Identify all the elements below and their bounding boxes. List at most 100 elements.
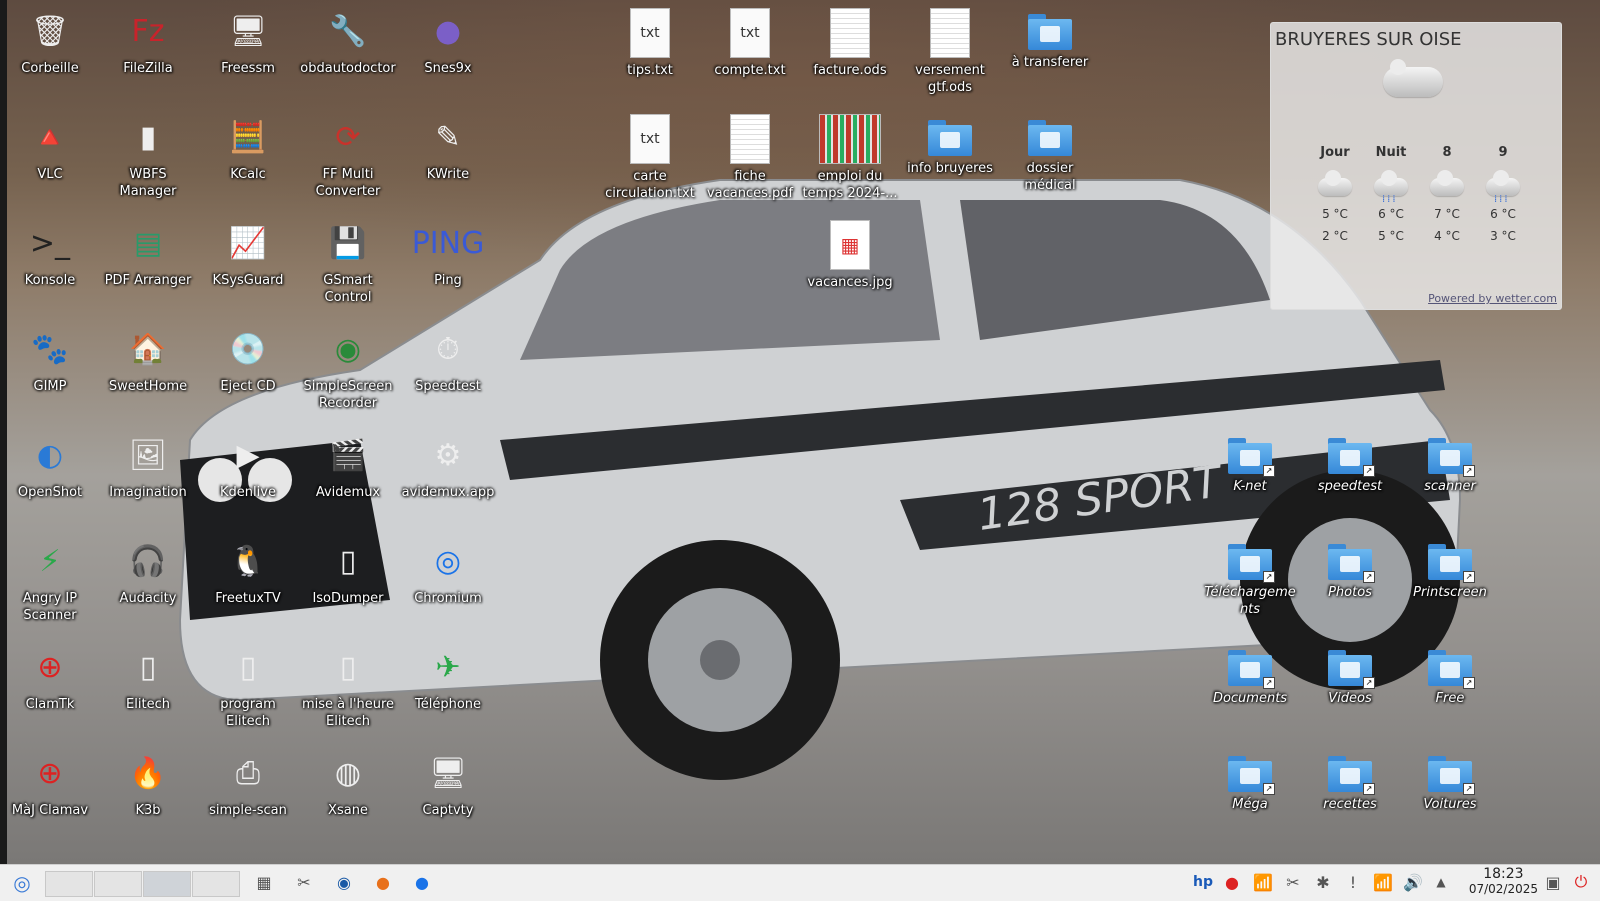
ffmulti-icon: ⟳ [335,120,361,155]
desktop-icon-label: tips.txt [627,63,673,78]
desktop-icon-mega[interactable]: ↗ Méga [1202,750,1298,813]
desktop-icon-pdfarranger[interactable]: ▤ PDF Arranger [100,220,196,289]
desktop-icon-vacancesjpg[interactable]: ▦ vacances.jpg [802,220,898,291]
desktop-icon-corbeille[interactable]: 🗑 Corbeille [2,8,98,77]
power-icon[interactable]: ⏻ [1570,871,1592,893]
desktop-icon-openshot[interactable]: ◐ OpenShot [2,432,98,501]
desktop-icon-audacity[interactable]: 🎧 Audacity [100,538,196,607]
desktop-icon-simplescan[interactable]: ⎙ simple-scan [200,750,296,819]
desktop-icon-freetuxtv[interactable]: 🐧 FreetuxTV [200,538,296,607]
thunderbird-icon[interactable]: ● [411,871,433,893]
forecast-column: Nuit 6 °C 5 °C [1363,145,1419,251]
desktop-icon-ksysguard[interactable]: 📈 KSysGuard [200,220,296,289]
desktop-icon-speedtest-app[interactable]: ⏱ Speedtest [400,326,496,395]
system-settings-icon[interactable]: ◉ [333,871,355,893]
clock[interactable]: 18:23 07/02/2025 [1469,867,1538,897]
firefox-icon[interactable]: ● [372,871,394,893]
desktop-icon-ping[interactable]: PING Ping [400,220,496,289]
desktop-icon-wbfs[interactable]: ▮ WBFS Manager [100,114,196,200]
desktop-icon-tips[interactable]: txt tips.txt [602,8,698,79]
desktop-icon-sweethome[interactable]: 🏠 SweetHome [100,326,196,395]
desktop-icon-label: SweetHome [108,379,188,394]
desktop-icon-label: KSysGuard [212,273,284,288]
cloud-rain-icon [1475,167,1531,207]
cut-icon[interactable]: ✂ [1282,871,1304,893]
telephone-icon: ✈ [435,650,461,685]
virtual-desktop-1[interactable] [45,871,93,897]
desktop-icon-versement[interactable]: versement gtf.ods [902,8,998,96]
desktop-icon-free[interactable]: ↗ Free [1402,644,1498,707]
tray-expand-icon[interactable]: ▲ [1430,871,1452,893]
tools-launcher-icon[interactable]: ✂ [293,871,315,893]
notifications-icon[interactable]: ! [1342,871,1364,893]
powered-by-link[interactable]: Powered by wetter.com [1428,292,1557,305]
desktop-icon-vlc[interactable]: 🔺 VLC [2,114,98,183]
desktop-icon-scanner[interactable]: ↗ scanner [1402,432,1498,495]
calculator-launcher-icon[interactable]: ▦ [253,871,275,893]
desktop-icon-programelitech[interactable]: ▯ program Elitech [200,644,296,730]
desktop-icon-angryip[interactable]: ⚡ Angry IP Scanner [2,538,98,624]
forecast-high: 6 °C [1490,207,1516,221]
desktop-icon-dossiermed[interactable]: dossier médical [1002,114,1098,194]
desktop-icon-ssr[interactable]: ◉ SimpleScreen Recorder [300,326,396,412]
desktop-icon-avidemuxapp[interactable]: ⚙ avidemux.app [400,432,496,501]
virtual-desktop-3[interactable] [143,871,191,897]
desktop-icon-voitures[interactable]: ↗ Voitures [1402,750,1498,813]
desktop-icon-emploi[interactable]: emploi du temps 2024-... [802,114,898,202]
desktop-icon-kwrite[interactable]: ✎ KWrite [400,114,496,183]
desktop-icon-kdenlive[interactable]: ▶ Kdenlive [200,432,296,501]
desktop-icon-filezilla[interactable]: Fz FileZilla [100,8,196,77]
desktop-icon-snes9x[interactable]: ● Snes9x [400,8,496,77]
desktop-icon-speedtest-link[interactable]: ↗ speedtest [1302,432,1398,495]
desktop-icon-label: Photos [1328,585,1372,600]
desktop-icon-freessm[interactable]: 🖥 Freessm [200,8,296,77]
desktop-icon-transferer[interactable]: à transferer [1002,8,1098,71]
simplescan-icon: ⎙ [236,756,260,791]
desktop-icon-chromium[interactable]: ◎ Chromium [400,538,496,607]
desktop-icon-recettes[interactable]: ↗ recettes [1302,750,1398,813]
desktop-icon-gsmart[interactable]: 💾 GSmart Control [300,220,396,306]
wifi-green-icon[interactable]: 📶 [1252,871,1274,893]
desktop-icon-ejectcd[interactable]: 💿 Eject CD [200,326,296,395]
desktop-icon-videos[interactable]: ↗ Videos [1302,644,1398,707]
volume-icon[interactable]: 🔊 [1402,871,1424,893]
desktop-icon-miseheure[interactable]: ▯ mise à l'heure Elitech [300,644,396,730]
desktop-icon-majclamav[interactable]: ⊕ MàJ Clamav [2,750,98,819]
desktop-icon-documents[interactable]: ↗ Documents [1202,644,1298,707]
desktop-icon-elitech[interactable]: ▯ Elitech [100,644,196,713]
desktop-icon-konsole[interactable]: >_ Konsole [2,220,98,289]
desktop-icon-k3b[interactable]: 🔥 K3b [100,750,196,819]
desktop-icon-label: facture.ods [813,63,887,78]
desktop-icon-avidemux[interactable]: 🎬 Avidemux [300,432,396,501]
desktop-icon-imagination[interactable]: 🖼 Imagination [100,432,196,501]
desktop-icon-photos[interactable]: ↗ Photos [1302,538,1398,601]
desktop-icon-clamtk[interactable]: ⊕ ClamTk [2,644,98,713]
desktop-icon-gimp[interactable]: 🐾 GIMP [2,326,98,395]
network-icon[interactable]: 📶 [1372,871,1394,893]
desktop-icon-kcalc[interactable]: 🧮 KCalc [200,114,296,183]
desktop-icon-carte[interactable]: txt carte circulation.txt [602,114,698,202]
app-menu-icon[interactable]: ◎ [8,869,36,897]
desktop-icon-isodumper[interactable]: ▯ IsoDumper [300,538,396,607]
k3b-icon: 🔥 [129,756,167,791]
desktop-icon-fichevac[interactable]: fiche vacances.pdf [702,114,798,202]
bluetooth-icon[interactable]: ✱ [1312,871,1334,893]
desktop-icon-captvty[interactable]: 🖥 Captvty [400,750,496,819]
desktop-icon-infobruyeres[interactable]: info bruyeres [902,114,998,177]
virtual-desktop-2[interactable] [94,871,142,897]
freessm-icon: 🖥 [228,14,268,49]
desktop-icon-telephone[interactable]: ✈ Téléphone [400,644,496,713]
desktop-icon-facture[interactable]: facture.ods [802,8,898,79]
desktop-icon-compte[interactable]: txt compte.txt [702,8,798,79]
desktop-icon-obdautodoctor[interactable]: 🔧 obdautodoctor [300,8,396,77]
desktop-icon-telechargements[interactable]: ↗ Téléchargements [1202,538,1298,618]
mega-tray-icon[interactable]: ● [1221,871,1243,893]
virtual-desktop-4[interactable] [192,871,240,897]
desktop-icon-printscreen[interactable]: ↗ Printscreen [1402,538,1498,601]
hp-icon[interactable]: hp [1192,871,1214,893]
folder-link-icon: ↗ [1228,650,1275,689]
desktop-icon-xsane[interactable]: ◍ Xsane [300,750,396,819]
lock-screen-icon[interactable]: ▣ [1542,871,1564,893]
desktop-icon-knet[interactable]: ↗ K-net [1202,432,1298,495]
desktop-icon-ffmulti[interactable]: ⟳ FF Multi Converter [300,114,396,200]
